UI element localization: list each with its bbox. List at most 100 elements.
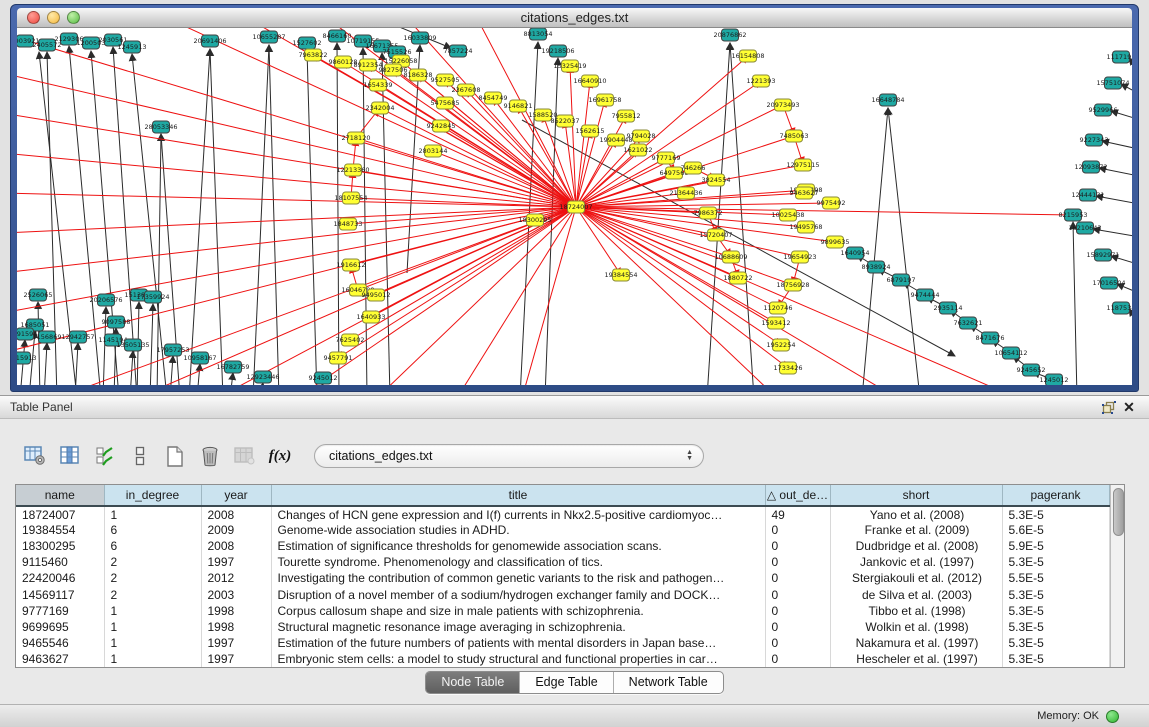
- graph-node[interactable]: 9245012: [309, 372, 338, 384]
- graph-node[interactable]: 1915913: [17, 352, 36, 364]
- create-table-button[interactable]: [162, 444, 188, 468]
- graph-node[interactable]: 1120746: [764, 302, 793, 314]
- graph-node[interactable]: 9975492: [817, 197, 846, 209]
- graph-node[interactable]: 9463627: [790, 187, 819, 199]
- graph-node[interactable]: 1245913: [118, 41, 147, 53]
- graph-node[interactable]: 10958167: [183, 352, 216, 364]
- table-row[interactable]: 977716911998Corpus callosum shape and si…: [16, 603, 1109, 619]
- graph-node[interactable]: 16782759: [216, 361, 249, 373]
- table-cell[interactable]: Changes of HCN gene expression and I(f) …: [271, 506, 765, 522]
- table-cell[interactable]: 9465546: [16, 635, 104, 651]
- graph-node[interactable]: 9529966: [1089, 104, 1118, 116]
- table-cell[interactable]: Nakamura et al. (1997): [830, 635, 1002, 651]
- table-cell[interactable]: Jankovic et al. (1997): [830, 554, 1002, 570]
- table-cell[interactable]: Structural magnetic resonance image aver…: [271, 619, 765, 635]
- table-cell[interactable]: 1997: [201, 635, 271, 651]
- table-cell[interactable]: 2: [104, 570, 201, 586]
- table-header-row[interactable]: namein_degreeyeartitle△ out_de…shortpage…: [16, 485, 1109, 506]
- tab-edge-table[interactable]: Edge Table: [520, 672, 613, 693]
- table-cell[interactable]: Genome-wide association studies in ADHD.: [271, 522, 765, 538]
- graph-edge[interactable]: [132, 54, 167, 385]
- table-cell[interactable]: 1998: [201, 619, 271, 635]
- table-cell[interactable]: Disruption of a novel member of a sodium…: [271, 586, 765, 602]
- graph-node[interactable]: 3824554: [702, 174, 731, 186]
- table-selector-dropdown[interactable]: citations_edges.txt ▲▼: [314, 444, 704, 468]
- graph-edge[interactable]: [253, 45, 269, 385]
- table-cell[interactable]: 0: [765, 603, 830, 619]
- graph-node[interactable]: 2718120: [342, 132, 371, 144]
- graph-edge[interactable]: [17, 207, 576, 273]
- graph-node[interactable]: 10655287: [252, 31, 285, 43]
- graph-node[interactable]: 8938924: [862, 261, 891, 273]
- table-cell[interactable]: Hescheler et al. (1997): [830, 651, 1002, 667]
- table-cell[interactable]: 5.3E-5: [1002, 506, 1109, 522]
- graph-node[interactable]: 1916612: [337, 259, 366, 271]
- graph-node[interactable]: 20691406: [193, 35, 226, 47]
- graph-edge[interactable]: [576, 207, 897, 385]
- graph-node[interactable]: 746266: [681, 162, 706, 174]
- network-canvas[interactable]: 1903921 2405572 2129306 1200503 2030561 …: [17, 28, 1132, 385]
- graph-node[interactable]: 1952254: [767, 339, 796, 351]
- graph-edge[interactable]: [269, 45, 279, 385]
- table-cell[interactable]: 0: [765, 635, 830, 651]
- table-cell[interactable]: 5.3E-5: [1002, 635, 1109, 651]
- table-cell[interactable]: 14569117: [16, 586, 104, 602]
- graph-node[interactable]: 2367608: [452, 84, 481, 96]
- graph-node[interactable]: 20973493: [766, 99, 799, 111]
- graph-node[interactable]: 6879197: [887, 274, 916, 286]
- table-cell[interactable]: 0: [765, 554, 830, 570]
- graph-node[interactable]: 16648784: [871, 94, 904, 106]
- column-header-name[interactable]: name: [16, 485, 104, 506]
- graph-edge[interactable]: [1073, 222, 1077, 385]
- zoom-window-button[interactable]: [67, 11, 80, 24]
- table-panel-header[interactable]: Table Panel ✕: [0, 395, 1149, 419]
- graph-node[interactable]: 12923446: [246, 371, 279, 383]
- graph-edge[interactable]: [17, 193, 576, 207]
- graph-node[interactable]: 7963822: [299, 49, 328, 61]
- table-cell[interactable]: 5.9E-5: [1002, 538, 1109, 554]
- table-cell[interactable]: Stergiakouli et al. (2012): [830, 570, 1002, 586]
- graph-edge[interactable]: [167, 28, 576, 207]
- graph-node[interactable]: 7485063: [780, 130, 809, 142]
- graph-node[interactable]: 21364436: [669, 187, 702, 199]
- table-cell[interactable]: 6: [104, 538, 201, 554]
- close-window-button[interactable]: [27, 11, 40, 24]
- graph-node[interactable]: 1654339: [364, 79, 393, 91]
- table-settings-button[interactable]: [22, 444, 48, 468]
- graph-edge[interactable]: [17, 113, 576, 207]
- graph-node[interactable]: 20206576: [89, 294, 122, 306]
- select-columns-button[interactable]: [92, 444, 118, 468]
- table-cell[interactable]: 5.3E-5: [1002, 603, 1109, 619]
- minimize-window-button[interactable]: [47, 11, 60, 24]
- graph-node[interactable]: 18756928: [776, 279, 809, 291]
- graph-node[interactable]: 1640954: [841, 247, 870, 259]
- table-cell[interactable]: 2: [104, 554, 201, 570]
- graph-node[interactable]: 1245012: [1040, 374, 1069, 385]
- graph-node[interactable]: 17016504: [1092, 277, 1125, 289]
- graph-node[interactable]: 2935114: [934, 302, 963, 314]
- table-cell[interactable]: 9777169: [16, 603, 104, 619]
- table-cell[interactable]: 2008: [201, 506, 271, 522]
- table-cell[interactable]: 1: [104, 506, 201, 522]
- graph-node[interactable]: 9777169: [652, 152, 681, 164]
- graph-node[interactable]: 8813054: [524, 28, 553, 40]
- graph-edge[interactable]: [862, 108, 888, 385]
- table-cell[interactable]: 5.5E-5: [1002, 570, 1109, 586]
- graph-node[interactable]: 16154808: [731, 50, 764, 62]
- graph-edge[interactable]: [230, 373, 233, 385]
- table-cell[interactable]: 2: [104, 586, 201, 602]
- column-header-in_degree[interactable]: in_degree: [104, 485, 201, 506]
- graph-node[interactable]: 12942757: [61, 331, 94, 343]
- graph-edge[interactable]: [150, 304, 153, 385]
- table-cell[interactable]: 1997: [201, 554, 271, 570]
- table-cell[interactable]: Corpus callosum shape and size in male p…: [271, 603, 765, 619]
- table-cell[interactable]: 0: [765, 538, 830, 554]
- table-cell[interactable]: 0: [765, 522, 830, 538]
- tab-network-table[interactable]: Network Table: [614, 672, 723, 693]
- network-window-titlebar[interactable]: citations_edges.txt: [17, 8, 1132, 28]
- network-graph[interactable]: 1903921 2405572 2129306 1200503 2030561 …: [17, 28, 1132, 385]
- show-columns-button[interactable]: [57, 444, 83, 468]
- graph-edge[interactable]: [44, 343, 47, 385]
- table-row[interactable]: 946554611997Estimation of the future num…: [16, 635, 1109, 651]
- graph-node[interactable]: 19384554: [604, 269, 637, 281]
